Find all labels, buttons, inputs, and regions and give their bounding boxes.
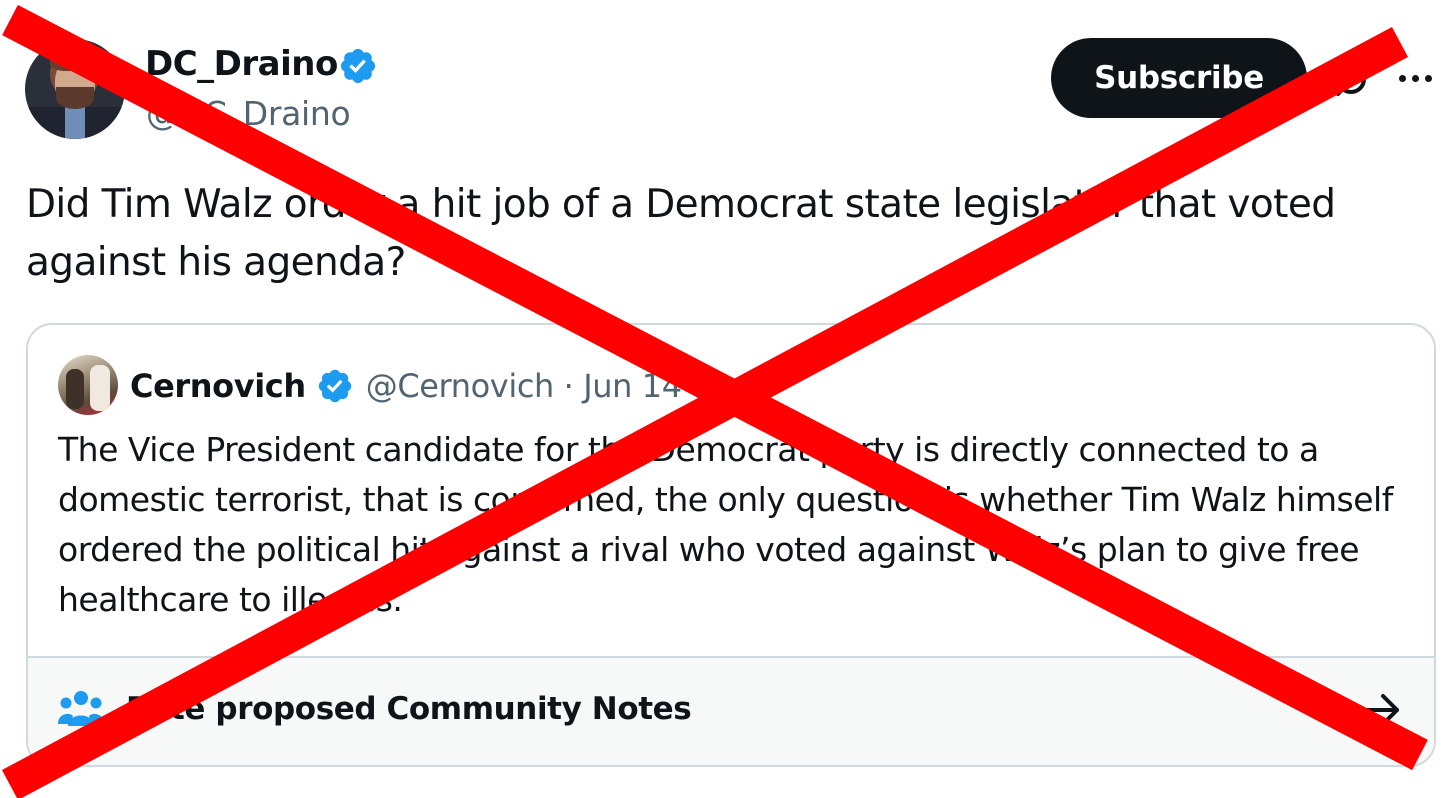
quoted-author-handle-date[interactable]: @Cernovich · Jun 14 — [366, 367, 682, 405]
more-dot — [1424, 74, 1432, 82]
arrow-right-icon[interactable] — [1362, 692, 1402, 728]
avatar-hair — [50, 47, 100, 71]
author-handle[interactable]: @DC_Draino — [146, 92, 351, 136]
more-dot — [1411, 74, 1419, 82]
avatar-beard — [56, 87, 94, 109]
avatar-shirt — [65, 107, 85, 139]
grok-icon[interactable] — [1330, 56, 1374, 100]
author-avatar[interactable] — [25, 39, 125, 139]
subscribe-button[interactable]: Subscribe — [1051, 38, 1307, 118]
verified-badge-icon — [318, 369, 351, 403]
avatar-figure — [90, 365, 110, 411]
quoted-tweet-header: Cernovich @Cernovich · Jun 14 — [130, 361, 682, 411]
verified-badge-icon — [340, 48, 376, 84]
more-dot — [1398, 74, 1406, 82]
avatar-figure — [66, 369, 84, 409]
more-options-icon[interactable] — [1393, 58, 1437, 98]
quoted-tweet-text: The Vice President candidate for the Dem… — [58, 430, 1393, 619]
quoted-author-avatar[interactable] — [58, 355, 118, 415]
tweet-text: Did Tim Walz order a hit job of a Democr… — [26, 182, 1336, 285]
community-notes-bar[interactable]: Rate proposed Community Notes — [28, 658, 1434, 765]
community-notes-label[interactable]: Rate proposed Community Notes — [126, 686, 692, 732]
quoted-author-name[interactable]: Cernovich — [130, 367, 306, 405]
author-display-name[interactable]: DC_Draino — [145, 40, 338, 88]
community-notes-icon — [58, 691, 104, 726]
quoted-tweet-card[interactable]: Cernovich @Cernovich · Jun 14 The Vice P… — [26, 323, 1436, 767]
